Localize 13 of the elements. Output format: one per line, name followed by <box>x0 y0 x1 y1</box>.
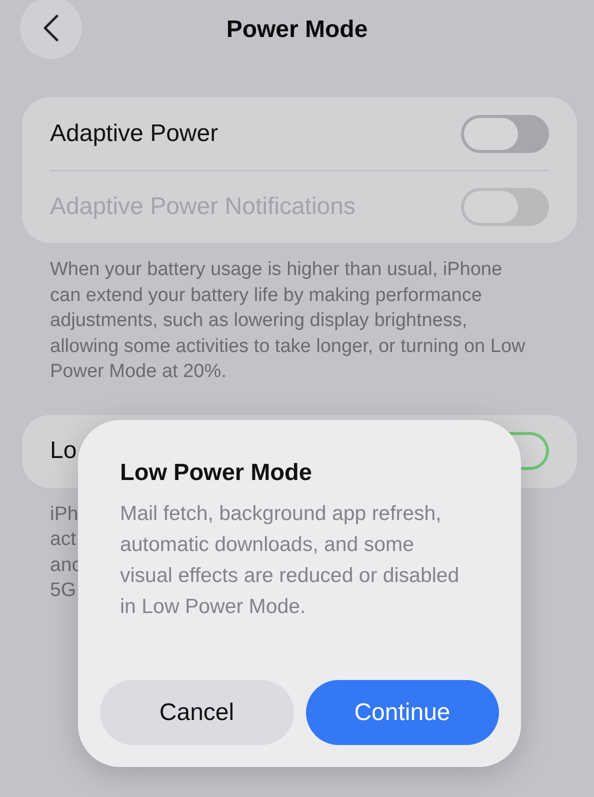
footer-text: act <box>50 527 76 552</box>
setting-label: Lo <box>50 436 77 466</box>
cancel-button[interactable]: Cancel <box>100 680 294 745</box>
footer-text: 5G <box>50 578 76 603</box>
footer-text: When your battery usage is higher than usual, iPhone can extend your battery life by making performance adjustments, such as lowering display brightness, allowing some activities to take longer, or turning on Low Power Mode at 20%. <box>50 258 526 384</box>
footer-text: iPh <box>50 502 78 526</box>
dialog-message: Mail fetch, background app refresh, automatic downloads, and some visual effects are reduced or disabled in Low Power Mode. <box>120 501 460 620</box>
back-icon <box>43 14 59 42</box>
toggle-switch[interactable] <box>461 114 549 152</box>
continue-button[interactable]: Continue <box>306 680 499 745</box>
setting-label: Adaptive Power <box>50 118 218 148</box>
page-title: Power Mode <box>226 15 368 45</box>
dialog-title: Low Power Mode <box>120 458 313 486</box>
